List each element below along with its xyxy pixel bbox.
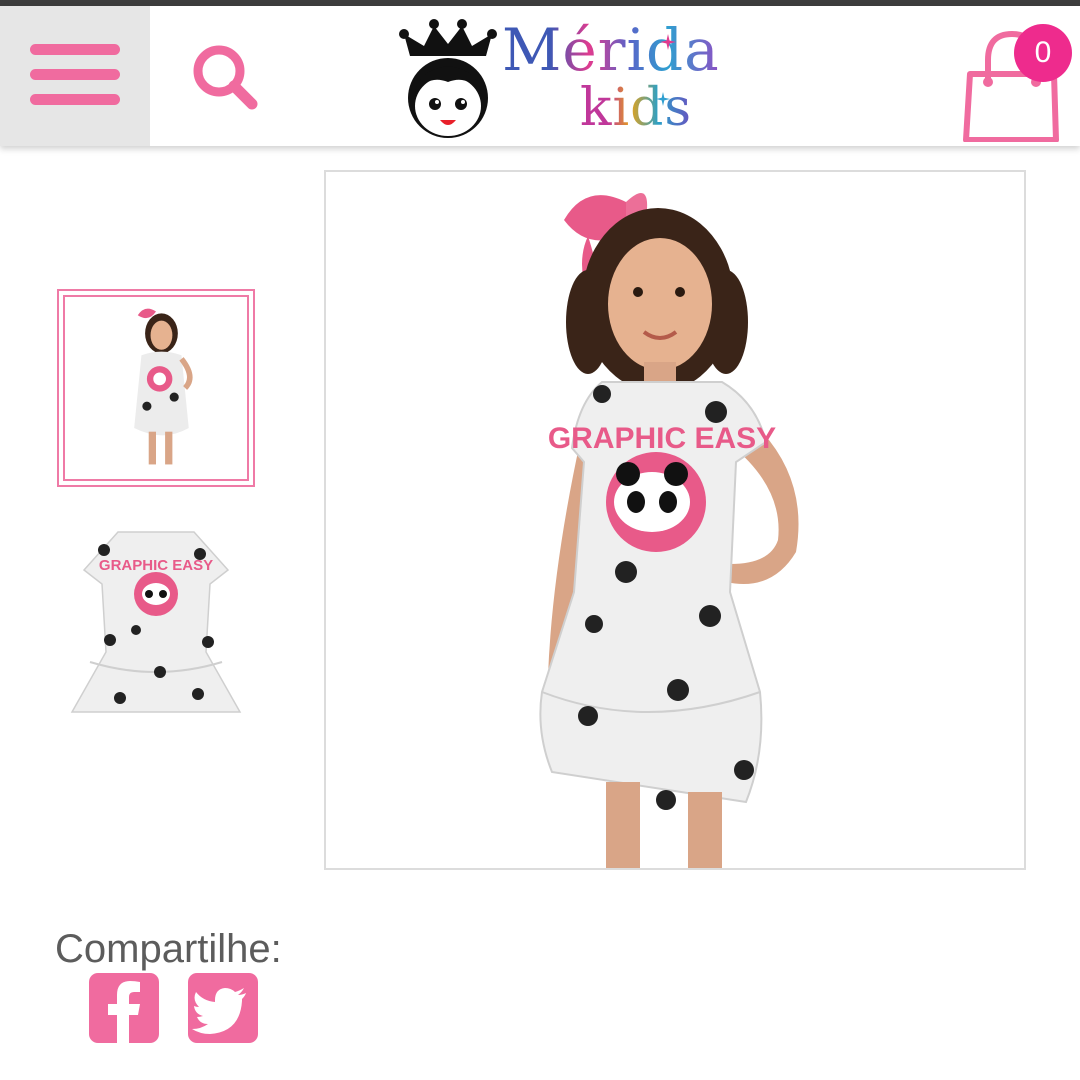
brand-logo[interactable]: Mérida kids [398,12,719,144]
logo-wordmark: Mérida kids [502,12,719,144]
twitter-icon [192,988,246,1034]
menu-bar [30,44,120,55]
share-label: Compartilhe: [55,927,282,971]
logo-word-merida: Mérida [502,16,720,84]
logo-word-kids: kids [580,78,693,138]
menu-bar [30,69,120,80]
dress-print-text: GRAPHIC EASY [99,557,213,574]
share-facebook-button[interactable] [89,973,159,1043]
logo-mascot-icon [399,19,497,138]
product-main-image[interactable]: GRAPHIC EASY [324,170,1026,870]
facebook-icon [108,981,140,1043]
product-thumbnail-2[interactable]: GRAPHIC EASY [60,522,252,718]
menu-button[interactable] [0,6,150,146]
thumbnail-photo-girl [65,297,247,479]
sparkle-icon [660,34,676,50]
cart-button[interactable]: 0 [958,16,1072,143]
search-icon [193,45,258,110]
sparkle-icon [656,92,670,106]
dress-print-text: GRAPHIC EASY [548,422,776,455]
search-button[interactable] [190,42,260,112]
thumbnail-photo-dress: GRAPHIC EASY [60,522,252,718]
main-photo-girl-in-dress: GRAPHIC EASY [326,172,1024,868]
cart-count-badge: 0 [1014,24,1072,82]
site-header: Mérida kids 0 [0,6,1080,146]
menu-bar [30,94,120,105]
share-twitter-button[interactable] [188,973,258,1043]
product-thumbnail-1[interactable] [57,289,255,487]
